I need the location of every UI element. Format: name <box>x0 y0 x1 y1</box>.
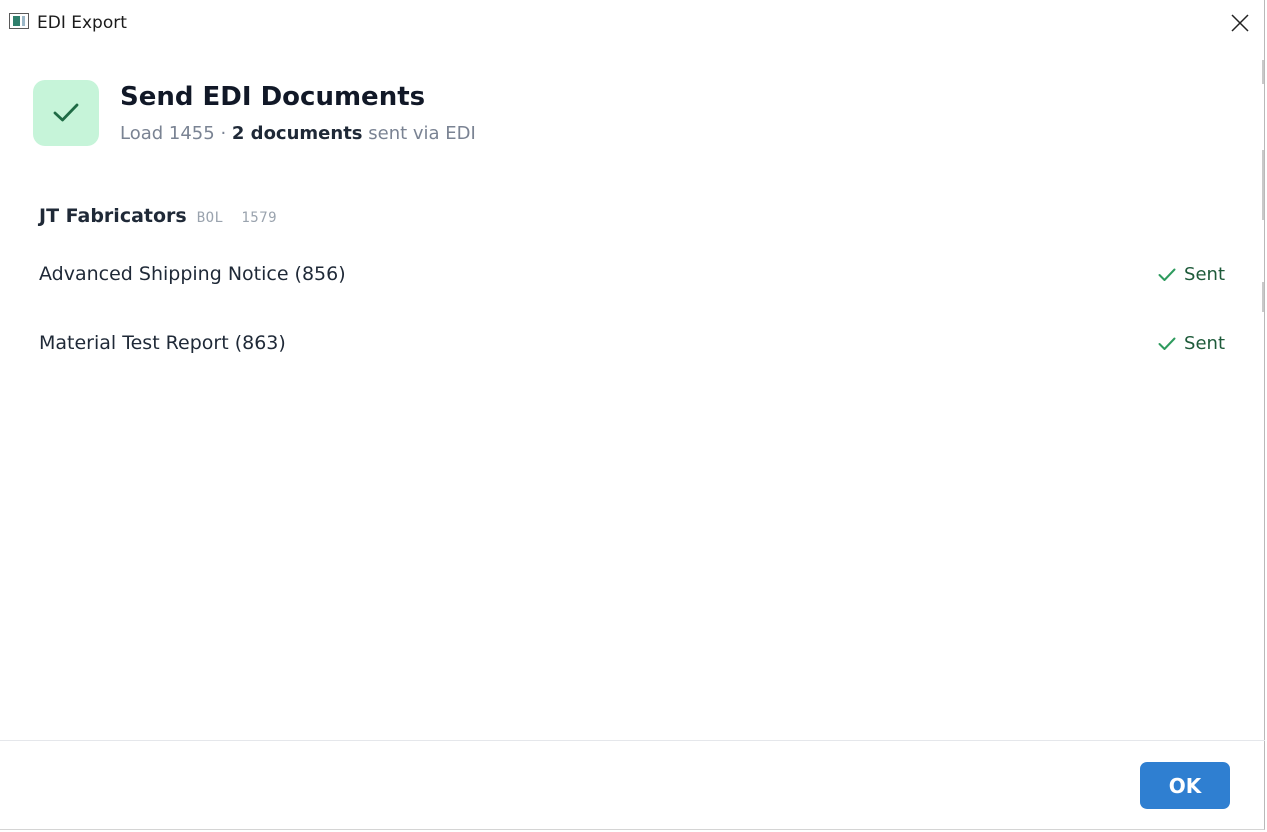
document-name: Material Test Report (863) <box>39 332 286 354</box>
subtitle-suffix: sent via EDI <box>362 123 476 144</box>
dialog-title: Send EDI Documents <box>120 82 426 112</box>
customer-group-header: JT Fabricators BOL 1579 <box>39 205 277 227</box>
window-title: EDI Export <box>37 13 127 33</box>
close-icon <box>1231 14 1249 32</box>
close-button[interactable] <box>1222 6 1258 40</box>
document-name: Advanced Shipping Notice (856) <box>39 263 346 285</box>
document-row: Material Test Report (863) Sent <box>39 330 1225 360</box>
document-status: Sent <box>1158 263 1225 287</box>
status-label: Sent <box>1184 333 1225 354</box>
document-row: Advanced Shipping Notice (856) Sent <box>39 261 1225 291</box>
document-count: 2 documents <box>231 123 363 144</box>
background-edge-mark <box>1262 60 1264 84</box>
background-edge-mark <box>1262 282 1264 312</box>
background-edge-mark <box>1262 150 1264 220</box>
document-status: Sent <box>1158 332 1225 356</box>
dialog-subtitle: Load 1455 · 2 documents sent via EDI <box>120 122 476 146</box>
checkmark-icon <box>1158 337 1176 350</box>
checkmark-icon <box>53 103 79 122</box>
title-bar[interactable]: EDI Export <box>0 0 1265 46</box>
subtitle-separator: · <box>214 123 232 144</box>
bol-number: BOL 1579 <box>196 210 278 226</box>
checkmark-icon <box>1158 268 1176 281</box>
status-label: Sent <box>1184 264 1225 285</box>
customer-name: JT Fabricators <box>39 205 187 227</box>
success-badge <box>33 80 99 146</box>
load-number: Load 1455 <box>120 123 215 144</box>
ok-button[interactable]: OK <box>1140 762 1230 809</box>
window-app-icon <box>9 13 29 29</box>
footer-divider <box>0 740 1265 741</box>
edi-export-dialog: EDI Export Send EDI Documents Load 1455 … <box>0 0 1265 830</box>
